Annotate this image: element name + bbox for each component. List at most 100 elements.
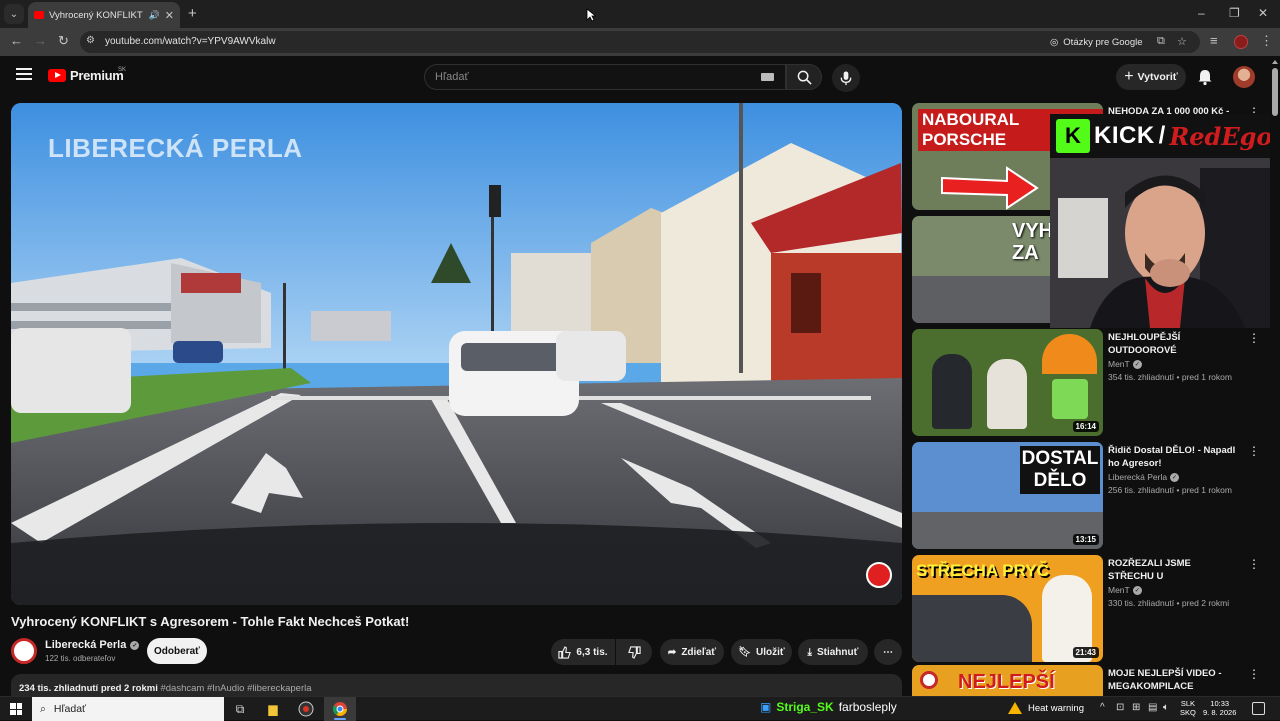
close-window-icon[interactable]: ✕ [1258,6,1268,20]
app-icon[interactable] [297,700,315,718]
browser-tab-active[interactable]: Vyhrocený KONFLIKT s Agr 🔊 ✕ [28,2,180,28]
notifications-icon[interactable] [1252,702,1265,715]
back-arrow-icon[interactable]: ← [10,33,23,48]
verified-check-icon: ✓ [1170,472,1180,482]
hashtags[interactable]: #dashcam #InAudio #libereckaperla [160,683,311,694]
google-lens-chip[interactable]: ◎ Otázky pre Google [1050,34,1143,50]
verified-check-icon: ✓ [1132,585,1142,595]
tray-app-icon[interactable]: ⊞ [1132,702,1140,713]
video-thumbnail[interactable]: 16:14 [912,329,1103,436]
create-button[interactable]: + Vytvoriť [1116,64,1186,90]
weather-widget[interactable]: Heat warning [1008,702,1084,714]
recommendation-meta: 330 tis. zhliadnutí • pred 2 rokmi [1108,598,1230,608]
recommendation-title[interactable]: NEJHLOUPĚJŠÍ OUTDOOROVÉ VYCHYTÁVKY Z TEM… [1108,331,1236,357]
address-bar[interactable]: ⚙ youtube.com/watch?v=YPV9AWVkalw ◎ Otáz… [80,31,1200,53]
bookmark-star-icon[interactable]: ☆ [1177,35,1187,48]
voice-search-button[interactable] [832,64,860,92]
notifications-bell-icon[interactable] [1196,68,1214,86]
more-options-icon[interactable]: ⋮ [1248,557,1260,571]
recommendation-title[interactable]: ROZŘEZALI JSME STŘECHU U NEJLEVNĚJŠÍHO K… [1108,557,1236,583]
thumbs-down-icon [627,645,641,659]
download-button[interactable]: ⤓ Stiahnuť [798,639,868,665]
microphone-icon [840,70,852,85]
install-app-icon[interactable]: ⧉ [1157,35,1165,48]
search-icon: ⌕ [40,702,46,715]
video-player[interactable]: LIBERECKÁ PERLA [11,103,902,605]
youtube-premium-logo[interactable]: Premium [48,68,124,83]
forward-arrow-icon[interactable]: → [34,33,47,48]
video-thumbnail[interactable]: NEJLEPŠÍ [912,665,1103,696]
channel-label: MenT [1108,585,1130,595]
profile-avatar-icon[interactable] [1234,35,1248,49]
minimize-icon[interactable]: – [1198,6,1205,20]
bookmark-icon: 🔖︎ [738,646,751,658]
dislike-button[interactable] [616,639,652,665]
url-text[interactable]: youtube.com/watch?v=YPV9AWVkalw [105,36,276,47]
new-tab-button[interactable]: + [188,5,197,22]
scrollbar-thumb[interactable] [1272,68,1278,116]
recommendation-item[interactable]: DOSTAL DĚLO 13:15 Řidič Dostal DĚLO! - N… [912,442,1270,550]
reload-icon[interactable]: ↻ [58,33,69,49]
share-button[interactable]: ➦ Zdieľať [660,639,724,665]
site-info-icon[interactable]: ⚙ [86,35,95,46]
recommendation-channel[interactable]: MenT ✓ [1108,585,1142,595]
recommendation-channel[interactable]: MenT ✓ [1108,359,1142,369]
video-thumbnail[interactable]: STŘECHA PRYČ 21:43 [912,555,1103,662]
search-input[interactable]: Hľadať [424,64,786,90]
language-indicator[interactable]: SLK SKQ [1180,699,1196,717]
share-label: Zdieľať [681,646,717,658]
account-avatar[interactable] [1233,66,1255,88]
more-actions-button[interactable]: ⋯ [874,639,902,665]
more-options-icon[interactable]: ⋮ [1248,667,1260,681]
browser-toolbar: ← → ↻ ⚙ youtube.com/watch?v=YPV9AWVkalw … [0,28,1280,56]
windows-taskbar: ⌕ Hľadať ⧉ ▆ ▣ Striga_SK farbosleply Hea… [0,696,1280,721]
recommendation-meta: 256 tis. zhliadnutí • pred 1 rokom [1108,485,1232,495]
menu-icon[interactable] [16,68,32,80]
person-graphic [932,354,972,429]
recommendation-item[interactable]: NEJLEPŠÍ MOJE NEJLEPŠÍ VIDEO - MEGAKOMPI… [912,665,1270,696]
network-icon[interactable]: ▤ [1148,702,1157,713]
tray-chevron-icon[interactable]: ^ [1100,702,1105,713]
recommendation-title[interactable]: Řidič Dostal DĚLO! - Napadl ho Agresor! [1108,444,1236,470]
thumbnail-text: STŘECHA PRYČ [916,561,1049,580]
save-button[interactable]: 🔖︎ Uložiť [731,639,792,665]
file-explorer-icon[interactable]: ▆ [264,700,282,718]
scroll-up-icon[interactable] [1272,60,1278,64]
windows-start-icon[interactable] [10,703,22,715]
page-scrollbar[interactable] [1270,56,1280,696]
media-controls-icon[interactable]: ≡ [1210,33,1218,48]
chat-username: Striga_SK [776,700,834,714]
more-options-icon[interactable]: ⋮ [1248,444,1260,458]
keyboard-icon[interactable] [761,73,774,81]
channel-logo-watermark[interactable] [866,562,892,588]
recommendation-item[interactable]: STŘECHA PRYČ 21:43 ROZŘEZALI JSME STŘECH… [912,555,1270,663]
search-button[interactable] [786,64,822,90]
volume-icon[interactable]: 🔈︎ [1163,702,1169,713]
recommendation-title[interactable]: MOJE NEJLEPŠÍ VIDEO - MEGAKOMPILACE [1108,667,1236,693]
recommendation-meta: 354 tis. zhliadnutí • pred 1 rokom [1108,372,1232,382]
tray-app-icon[interactable]: ⊡ [1116,702,1124,713]
channel-name-link[interactable]: Liberecká Perla ✓ [45,639,140,651]
subscribe-button[interactable]: Odoberať [147,638,207,664]
duration-badge: 21:43 [1072,647,1099,658]
kick-wordmark: KICK [1094,122,1155,149]
tab-search-button[interactable]: ⌄ [4,4,24,24]
restore-icon[interactable]: ❐ [1229,6,1240,20]
browser-menu-icon[interactable]: ⋮ [1260,33,1273,49]
taskbar-clock[interactable]: 10:33 9. 8. 2026 [1203,699,1236,717]
close-tab-icon[interactable]: ✕ [165,9,174,22]
recommendation-channel[interactable]: Liberecká Perla ✓ [1108,472,1180,482]
search-placeholder: Hľadať [435,71,469,83]
recommendation-item[interactable]: 16:14 NEJHLOUPĚJŠÍ OUTDOOROVÉ VYCHYTÁVKY… [912,329,1270,437]
task-view-icon[interactable]: ⧉ [231,700,249,718]
video-thumbnail[interactable]: DOSTAL DĚLO 13:15 [912,442,1103,549]
more-options-icon[interactable]: ⋮ [1248,331,1260,345]
speaker-icon[interactable]: 🔊 [149,10,160,21]
taskbar-search-input[interactable]: ⌕ Hľadať [32,697,224,721]
chrome-icon[interactable] [331,700,349,718]
description-meta: 234 tis. zhliadnutí pred 2 rokmi #dashca… [19,683,312,694]
channel-avatar[interactable] [11,638,37,664]
like-button[interactable]: 6,3 tis. [551,639,615,665]
plus-icon: + [1124,68,1134,85]
warning-icon [1008,702,1022,714]
